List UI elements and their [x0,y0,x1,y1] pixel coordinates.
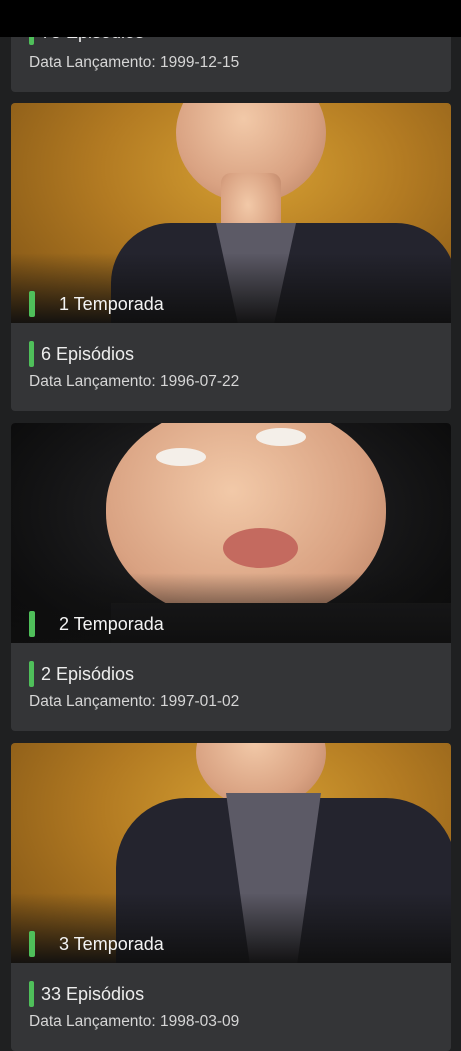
episodes-count: 33 Episódios [41,983,145,1004]
release-date: Data Lançamento: 1996-07-22 [29,373,240,390]
episodes-count: 6 Episódios [41,343,135,364]
season-info: 6 Episódios Data Lançamento: 1996-07-22 [11,323,451,411]
accent-bar [29,931,35,957]
season-card[interactable]: 2 Temporada 2 Episódios Data Lançamento:… [11,423,451,731]
season-title: 1 Temporada [59,293,164,314]
season-title: 3 Temporada [59,933,164,954]
accent-bar [29,611,35,637]
release-date: Data Lançamento: 1999-12-15 [29,54,240,71]
season-poster[interactable]: 3 Temporada [11,743,451,963]
season-poster[interactable]: 1 Temporada [11,103,451,323]
accent-bar [29,291,35,317]
release-date: Data Lançamento: 1998-03-09 [29,1013,240,1030]
season-card[interactable]: 1 Temporada 6 Episódios Data Lançamento:… [11,103,451,411]
season-info: 2 Episódios Data Lançamento: 1997-01-02 [11,643,451,731]
episodes-count: 2 Episódios [41,663,135,684]
status-bar [0,0,461,37]
season-card[interactable]: 3 Temporada 33 Episódios Data Lançamento… [11,743,451,1051]
release-date: Data Lançamento: 1997-01-02 [29,693,240,710]
accent-bar [29,341,34,367]
accent-bar [29,981,34,1007]
season-list[interactable]: 75 Episódios Data Lançamento: 1999-12-15… [0,0,461,1051]
accent-bar [29,661,34,687]
season-poster[interactable]: 2 Temporada [11,423,451,643]
season-info: 33 Episódios Data Lançamento: 1998-03-09 [11,963,451,1051]
season-title: 2 Temporada [59,613,164,634]
